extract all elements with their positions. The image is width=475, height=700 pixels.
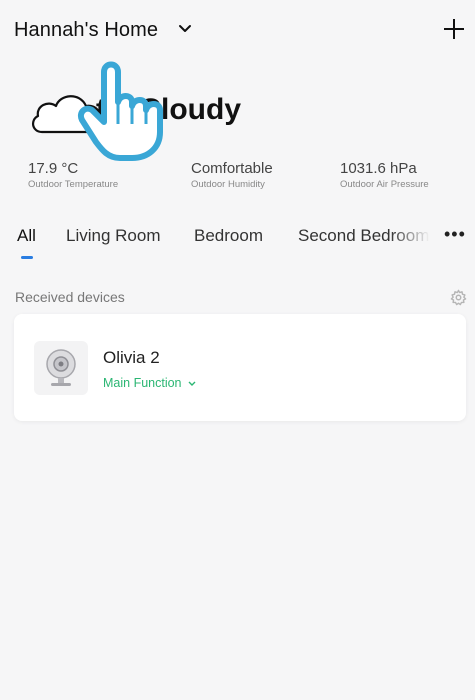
tab-bedroom[interactable]: Bedroom — [194, 226, 263, 246]
tab-living-room[interactable]: Living Room — [66, 226, 161, 246]
section-title: Received devices — [15, 289, 125, 305]
gear-icon[interactable] — [450, 289, 467, 306]
main-function-dropdown[interactable]: Main Function — [103, 376, 196, 390]
pointing-hand-icon — [78, 61, 163, 161]
tab-all[interactable]: All — [17, 226, 36, 246]
more-icon[interactable]: ••• — [444, 224, 466, 245]
tab-second-bedroom[interactable]: Second Bedroom — [298, 226, 430, 246]
stat-value: 1031.6 hPa — [340, 160, 417, 177]
home-name-selector[interactable]: Hannah's Home — [14, 19, 158, 42]
chevron-down-icon — [188, 381, 196, 386]
chevron-down-icon[interactable] — [178, 24, 192, 34]
tab-selected-indicator — [21, 256, 33, 259]
stat-temperature: 17.9 °C Outdoor Temperature — [28, 160, 118, 190]
camera-icon — [46, 349, 76, 386]
stat-air-pressure: 1031.6 hPa Outdoor Air Pressure — [340, 160, 429, 190]
stat-humidity: Comfortable Outdoor Humidity — [191, 160, 273, 190]
stat-label: Outdoor Air Pressure — [340, 179, 429, 190]
header-bar: Hannah's Home — [0, 0, 475, 70]
stat-value: Comfortable — [191, 160, 273, 177]
room-tabs: All Living Room Bedroom Second Bedroom •… — [0, 222, 475, 262]
device-card[interactable]: Olivia 2 Main Function — [14, 314, 466, 421]
plus-icon[interactable] — [441, 16, 467, 42]
device-name: Olivia 2 — [103, 348, 160, 367]
stat-label: Outdoor Temperature — [28, 179, 119, 190]
device-thumbnail — [34, 341, 88, 395]
stat-value: 17.9 °C — [28, 160, 79, 177]
stat-label: Outdoor Humidity — [191, 179, 265, 190]
main-function-label: Main Function — [103, 376, 182, 390]
